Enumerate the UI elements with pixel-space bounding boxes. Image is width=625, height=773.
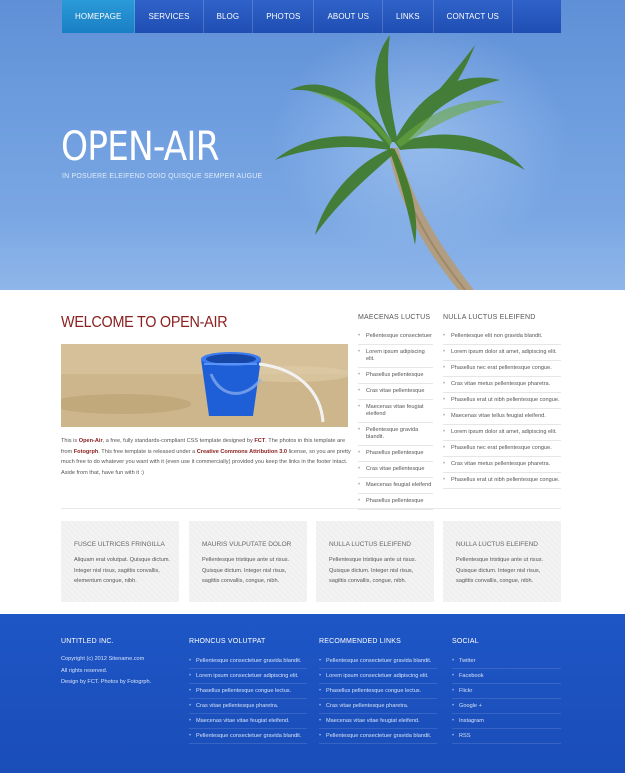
site-title: OPEN-AIR <box>61 124 220 170</box>
box-text: Pellentesque tristique ante ut risus. Qu… <box>456 557 544 584</box>
social-link-google-plus[interactable]: Google + <box>452 699 561 714</box>
footer: UNTITLED INC. Copyright (c) 2012 Sitenam… <box>0 614 625 773</box>
nav-contact-us[interactable]: CONTACT US <box>434 0 513 33</box>
footer-link[interactable]: Maecenas vitae vitae feugiat eleifend. <box>319 714 437 729</box>
footer-link[interactable]: Phasellus pellentesque congue lectus. <box>319 684 437 699</box>
footer-company-info: Copyright (c) 2012 Sitename.com All righ… <box>61 654 151 689</box>
footer-link[interactable]: Cras vitae pellentesque pharetra. <box>319 699 437 714</box>
list-item[interactable]: Cras vitae metus pellentesque pharetra. <box>443 457 561 473</box>
column-2-list: Pellentesque elit non gravida blandit. L… <box>443 329 561 489</box>
welcome-text: This is Open-Air, a free, fully standard… <box>61 436 351 478</box>
link-open-air[interactable]: Open-Air <box>79 438 103 444</box>
box-title: MAURIS VULPUTATE DOLOR <box>202 541 292 548</box>
column-1-title: MAECENAS LUCTUS <box>358 314 431 321</box>
footer-link[interactable]: Phasellus pellentesque congue lectus. <box>189 684 307 699</box>
feature-box: NULLA LUCTUS ELEIFEND Pellentesque trist… <box>443 521 561 602</box>
list-item[interactable]: Maecenas vitae feugiat eleifend <box>358 400 433 423</box>
footer-link[interactable]: Maecenas vitae vitae feugiat eleifend. <box>189 714 307 729</box>
box-text: Aliquam erat volutpat. Quisque dictum. I… <box>74 557 171 584</box>
footer-link[interactable]: Cras vitae pellentesque pharetra. <box>189 699 307 714</box>
nav-photos[interactable]: PHOTOS <box>253 0 315 33</box>
feature-box: NULLA LUCTUS ELEIFEND Pellentesque trist… <box>316 521 434 602</box>
list-item[interactable]: Phasellus pellentesque <box>358 446 433 462</box>
copyright-text: Copyright (c) 2012 Sitename.com <box>61 656 145 662</box>
box-text: Pellentesque tristique ante ut risus. Qu… <box>329 557 417 584</box>
rights-text: All rights reserved. <box>61 667 108 674</box>
list-item[interactable]: Cras vitae metus pellentesque pharetra. <box>443 377 561 393</box>
list-item[interactable]: Phasellus erat ut nibh pellentesque cong… <box>443 393 561 409</box>
column-1-list: Pellentesque consectetuer Lorem ipsum ad… <box>358 329 433 510</box>
box-title: NULLA LUCTUS ELEIFEND <box>329 541 411 548</box>
footer-col-2-list: Pellentesque consectetuer gravida blandi… <box>189 654 307 744</box>
nav-services[interactable]: SERVICES <box>135 0 204 33</box>
feature-box: FUSCE ULTRICES FRINGILLA Aliquam erat vo… <box>61 521 179 602</box>
welcome-text-part: This is <box>61 438 79 444</box>
footer-link[interactable]: Pellentesque consectetuer gravida blandi… <box>189 729 307 744</box>
welcome-heading: WELCOME TO OPEN-AIR <box>61 314 228 331</box>
link-fct[interactable]: FCT <box>254 438 265 444</box>
box-title: NULLA LUCTUS ELEIFEND <box>456 541 538 548</box>
welcome-text-part: , a free, fully standards-compliant CSS … <box>102 438 255 444</box>
section-divider <box>61 508 561 509</box>
social-link-rss[interactable]: RSS <box>452 729 561 744</box>
footer-link[interactable]: Pellentesque consectetuer gravida blandi… <box>189 654 307 669</box>
footer-social-list: Twitter Facebook Flickr Google + Instagr… <box>452 654 561 744</box>
footer-link[interactable]: Lorem ipsum consectetuer adipiscing elit… <box>319 669 437 684</box>
list-item[interactable]: Phasellus erat ut nibh pellentesque cong… <box>443 473 561 489</box>
footer-social-title: SOCIAL <box>452 638 479 645</box>
beach-bucket-image <box>61 344 348 427</box>
feature-box: MAURIS VULPUTATE DOLOR Pellentesque tris… <box>189 521 307 602</box>
footer-col-3-title: RECOMMENDED LINKS <box>319 638 401 645</box>
list-item[interactable]: Lorem ipsum dolor sit amet, adipiscing e… <box>443 425 561 441</box>
nav-links[interactable]: LINKS <box>383 0 434 33</box>
footer-col-3-list: Pellentesque consectetuer gravida blandi… <box>319 654 437 744</box>
hero-banner: HOMEPAGE SERVICES BLOG PHOTOS ABOUT US L… <box>0 0 625 290</box>
list-item[interactable]: Pellentesque elit non gravida blandit. <box>443 329 561 345</box>
palm-tree-image <box>275 35 525 290</box>
footer-link[interactable]: Lorem ipsum consectetuer adipiscing elit… <box>189 669 307 684</box>
social-link-facebook[interactable]: Facebook <box>452 669 561 684</box>
list-item[interactable]: Cras vitae pellentesque <box>358 462 433 478</box>
box-title: FUSCE ULTRICES FRINGILLA <box>74 541 165 548</box>
list-item[interactable]: Maecenas feugiat eleifend <box>358 478 433 494</box>
list-item[interactable]: Phasellus pellentesque <box>358 368 433 384</box>
list-item[interactable]: Maecenas vitae tellus feugiat eleifend. <box>443 409 561 425</box>
welcome-text-part: . This free template is released under a <box>98 448 197 455</box>
nav-about-us[interactable]: ABOUT US <box>314 0 384 33</box>
list-item[interactable]: Lorem ipsum dolor sit amet, adipiscing e… <box>443 345 561 361</box>
column-2-title: NULLA LUCTUS ELEIFEND <box>443 314 536 321</box>
list-item[interactable]: Phasellus nec erat pellentesque congue. <box>443 441 561 457</box>
box-text: Pellentesque tristique ante ut risus. Qu… <box>202 557 290 584</box>
credits-text: Design by FCT. Photos by Fotogrph. <box>61 679 152 685</box>
link-creative-commons[interactable]: Creative Commons Attribution 3.0 <box>197 449 287 455</box>
nav-homepage[interactable]: HOMEPAGE <box>62 0 136 33</box>
list-item[interactable]: Pellentesque gravida blandit. <box>358 423 433 446</box>
social-link-twitter[interactable]: Twitter <box>452 654 561 669</box>
list-item[interactable]: Pellentesque consectetuer <box>358 329 433 345</box>
list-item[interactable]: Lorem ipsum adipiscing elit. <box>358 345 433 368</box>
social-link-flickr[interactable]: Flickr <box>452 684 561 699</box>
footer-link[interactable]: Pellentesque consectetuer gravida blandi… <box>319 729 437 744</box>
list-item[interactable]: Phasellus nec erat pellentesque congue. <box>443 361 561 377</box>
link-fotogrph[interactable]: Fotogrph <box>74 449 99 455</box>
social-link-instagram[interactable]: Instagram <box>452 714 561 729</box>
footer-company-title: UNTITLED INC. <box>61 638 114 645</box>
list-item[interactable]: Cras vitae pellentesque <box>358 384 433 400</box>
footer-link[interactable]: Pellentesque consectetuer gravida blandi… <box>319 654 437 669</box>
main-nav: HOMEPAGE SERVICES BLOG PHOTOS ABOUT US L… <box>62 0 561 33</box>
site-tagline: IN POSUERE ELEIFEND ODIO QUISQUE SEMPER … <box>62 173 263 180</box>
footer-col-2-title: RHONCUS VOLUTPAT <box>189 638 266 645</box>
nav-blog[interactable]: BLOG <box>204 0 254 33</box>
